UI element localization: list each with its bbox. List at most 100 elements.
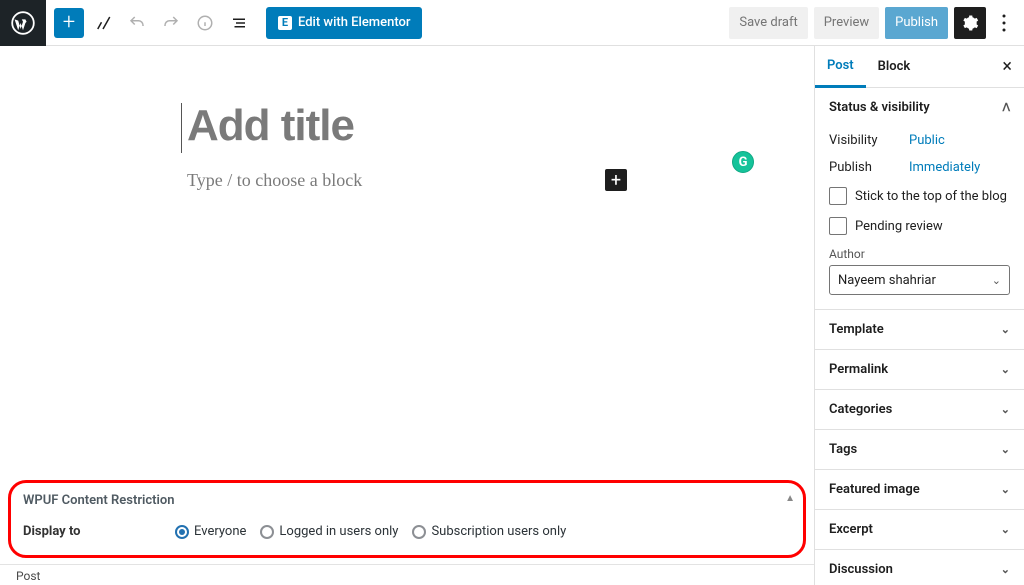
block-prompt-row: Type / to choose a block +: [187, 169, 627, 191]
panel-body-status: Visibility Public Publish Immediately St…: [815, 127, 1024, 309]
gear-icon: [961, 14, 979, 32]
chevron-down-icon: ⌄: [1001, 443, 1010, 456]
toolbar-left: + E Edit with Elementor: [46, 7, 430, 39]
stick-checkbox-row[interactable]: Stick to the top of the blog: [829, 181, 1010, 211]
settings-sidebar: Post Block × Status & visibility ᐱ Visib…: [814, 46, 1024, 585]
block-prompt[interactable]: Type / to choose a block: [187, 170, 362, 191]
chevron-down-icon: ⌄: [1001, 363, 1010, 376]
radio-everyone[interactable]: Everyone: [175, 524, 246, 539]
panel-featured-image: Featured image ⌄: [815, 470, 1024, 510]
editor-topbar: + E Edit with Elementor Save draft Previ…: [0, 0, 1024, 46]
pending-label: Pending review: [855, 219, 943, 234]
panel-title: Permalink: [829, 362, 888, 377]
visibility-label: Visibility: [829, 133, 909, 148]
publish-button[interactable]: Publish: [885, 7, 948, 39]
panel-title: Categories: [829, 402, 892, 417]
panel-categories: Categories ⌄: [815, 390, 1024, 430]
preview-button[interactable]: Preview: [814, 7, 879, 39]
add-block-inline-button[interactable]: +: [605, 169, 627, 191]
chevron-down-icon: ⌄: [1001, 403, 1010, 416]
panel-tags: Tags ⌄: [815, 430, 1024, 470]
panel-head-excerpt[interactable]: Excerpt ⌄: [815, 510, 1024, 549]
author-label: Author: [829, 247, 1010, 261]
publish-row: Publish Immediately: [829, 154, 1010, 181]
panel-title: Template: [829, 322, 884, 337]
radio-subscription[interactable]: Subscription users only: [412, 524, 566, 539]
panel-head-template[interactable]: Template ⌄: [815, 310, 1024, 349]
radio-icon: [412, 525, 426, 539]
close-icon: ×: [1002, 56, 1012, 77]
panel-title: Excerpt: [829, 522, 873, 537]
panel-status-visibility: Status & visibility ᐱ Visibility Public …: [815, 88, 1024, 310]
title-placeholder: Add title: [187, 101, 354, 150]
settings-button[interactable]: [954, 7, 986, 39]
visibility-value[interactable]: Public: [909, 133, 945, 148]
radio-icon: [175, 525, 189, 539]
chevron-down-icon: ⌄: [992, 274, 1001, 287]
add-block-button[interactable]: +: [54, 8, 84, 38]
toolbar-right: Save draft Preview Publish: [729, 7, 1024, 39]
author-value: Nayeem shahriar: [838, 273, 936, 288]
stick-label: Stick to the top of the blog: [855, 189, 1007, 204]
wordpress-logo[interactable]: [0, 0, 46, 46]
tab-block[interactable]: Block: [866, 46, 923, 88]
panel-head-discussion[interactable]: Discussion ⌄: [815, 550, 1024, 585]
chevron-down-icon: ⌄: [1001, 483, 1010, 496]
undo-icon[interactable]: [122, 8, 152, 38]
pending-checkbox-row[interactable]: Pending review: [829, 211, 1010, 241]
text-cursor: [181, 103, 182, 153]
publish-value[interactable]: Immediately: [909, 160, 980, 175]
dots-vertical-icon: [1002, 14, 1006, 32]
panel-head-status[interactable]: Status & visibility ᐱ: [815, 88, 1024, 127]
panel-discussion: Discussion ⌄: [815, 550, 1024, 585]
chevron-down-icon: ⌄: [1001, 563, 1010, 576]
publish-label: Publish: [829, 160, 909, 175]
tab-post[interactable]: Post: [815, 46, 866, 88]
panel-head-tags[interactable]: Tags ⌄: [815, 430, 1024, 469]
breadcrumb[interactable]: Post: [0, 564, 814, 585]
panel-title: Tags: [829, 442, 857, 457]
radio-icon: [260, 525, 274, 539]
radio-logged-in[interactable]: Logged in users only: [260, 524, 398, 539]
chevron-down-icon: ⌄: [1001, 323, 1010, 336]
save-draft-button[interactable]: Save draft: [729, 7, 807, 39]
checkbox-icon[interactable]: [829, 217, 847, 235]
display-to-row: Display to Everyone Logged in users only…: [23, 524, 791, 539]
panel-title: Status & visibility: [829, 100, 930, 115]
metabox-title: WPUF Content Restriction: [23, 493, 791, 508]
panel-title: Featured image: [829, 482, 920, 497]
panel-head-featured[interactable]: Featured image ⌄: [815, 470, 1024, 509]
panel-template: Template ⌄: [815, 310, 1024, 350]
author-select[interactable]: Nayeem shahriar ⌄: [829, 265, 1010, 295]
sidebar-tabs: Post Block ×: [815, 46, 1024, 88]
visibility-row: Visibility Public: [829, 127, 1010, 154]
checkbox-icon[interactable]: [829, 187, 847, 205]
chevron-up-icon: ᐱ: [1002, 101, 1010, 114]
metabox-toggle[interactable]: ▲: [785, 493, 795, 504]
edit-mode-icon[interactable]: [88, 8, 118, 38]
radio-label: Subscription users only: [431, 524, 566, 539]
wordpress-icon: [11, 11, 35, 35]
redo-icon[interactable]: [156, 8, 186, 38]
elementor-label: Edit with Elementor: [298, 15, 410, 30]
close-sidebar-button[interactable]: ×: [990, 56, 1024, 77]
radio-label: Everyone: [194, 524, 246, 539]
elementor-edit-button[interactable]: E Edit with Elementor: [266, 7, 422, 39]
info-icon[interactable]: [190, 8, 220, 38]
editor-content[interactable]: Add title Type / to choose a block + G: [0, 46, 814, 480]
panel-head-permalink[interactable]: Permalink ⌄: [815, 350, 1024, 389]
panel-head-categories[interactable]: Categories ⌄: [815, 390, 1024, 429]
chevron-down-icon: ⌄: [1001, 523, 1010, 536]
panel-excerpt: Excerpt ⌄: [815, 510, 1024, 550]
display-to-label: Display to: [23, 524, 163, 539]
wpuf-content-restriction-metabox: WPUF Content Restriction ▲ Display to Ev…: [8, 480, 806, 558]
post-title-input[interactable]: Add title: [187, 101, 627, 151]
more-options-button[interactable]: [992, 7, 1016, 39]
grammarly-icon[interactable]: G: [732, 151, 754, 173]
panel-permalink: Permalink ⌄: [815, 350, 1024, 390]
panel-title: Discussion: [829, 562, 893, 577]
radio-label: Logged in users only: [279, 524, 398, 539]
main-area: Add title Type / to choose a block + G W…: [0, 46, 1024, 585]
outline-icon[interactable]: [224, 8, 254, 38]
display-to-radio-group: Everyone Logged in users only Subscripti…: [175, 524, 566, 539]
